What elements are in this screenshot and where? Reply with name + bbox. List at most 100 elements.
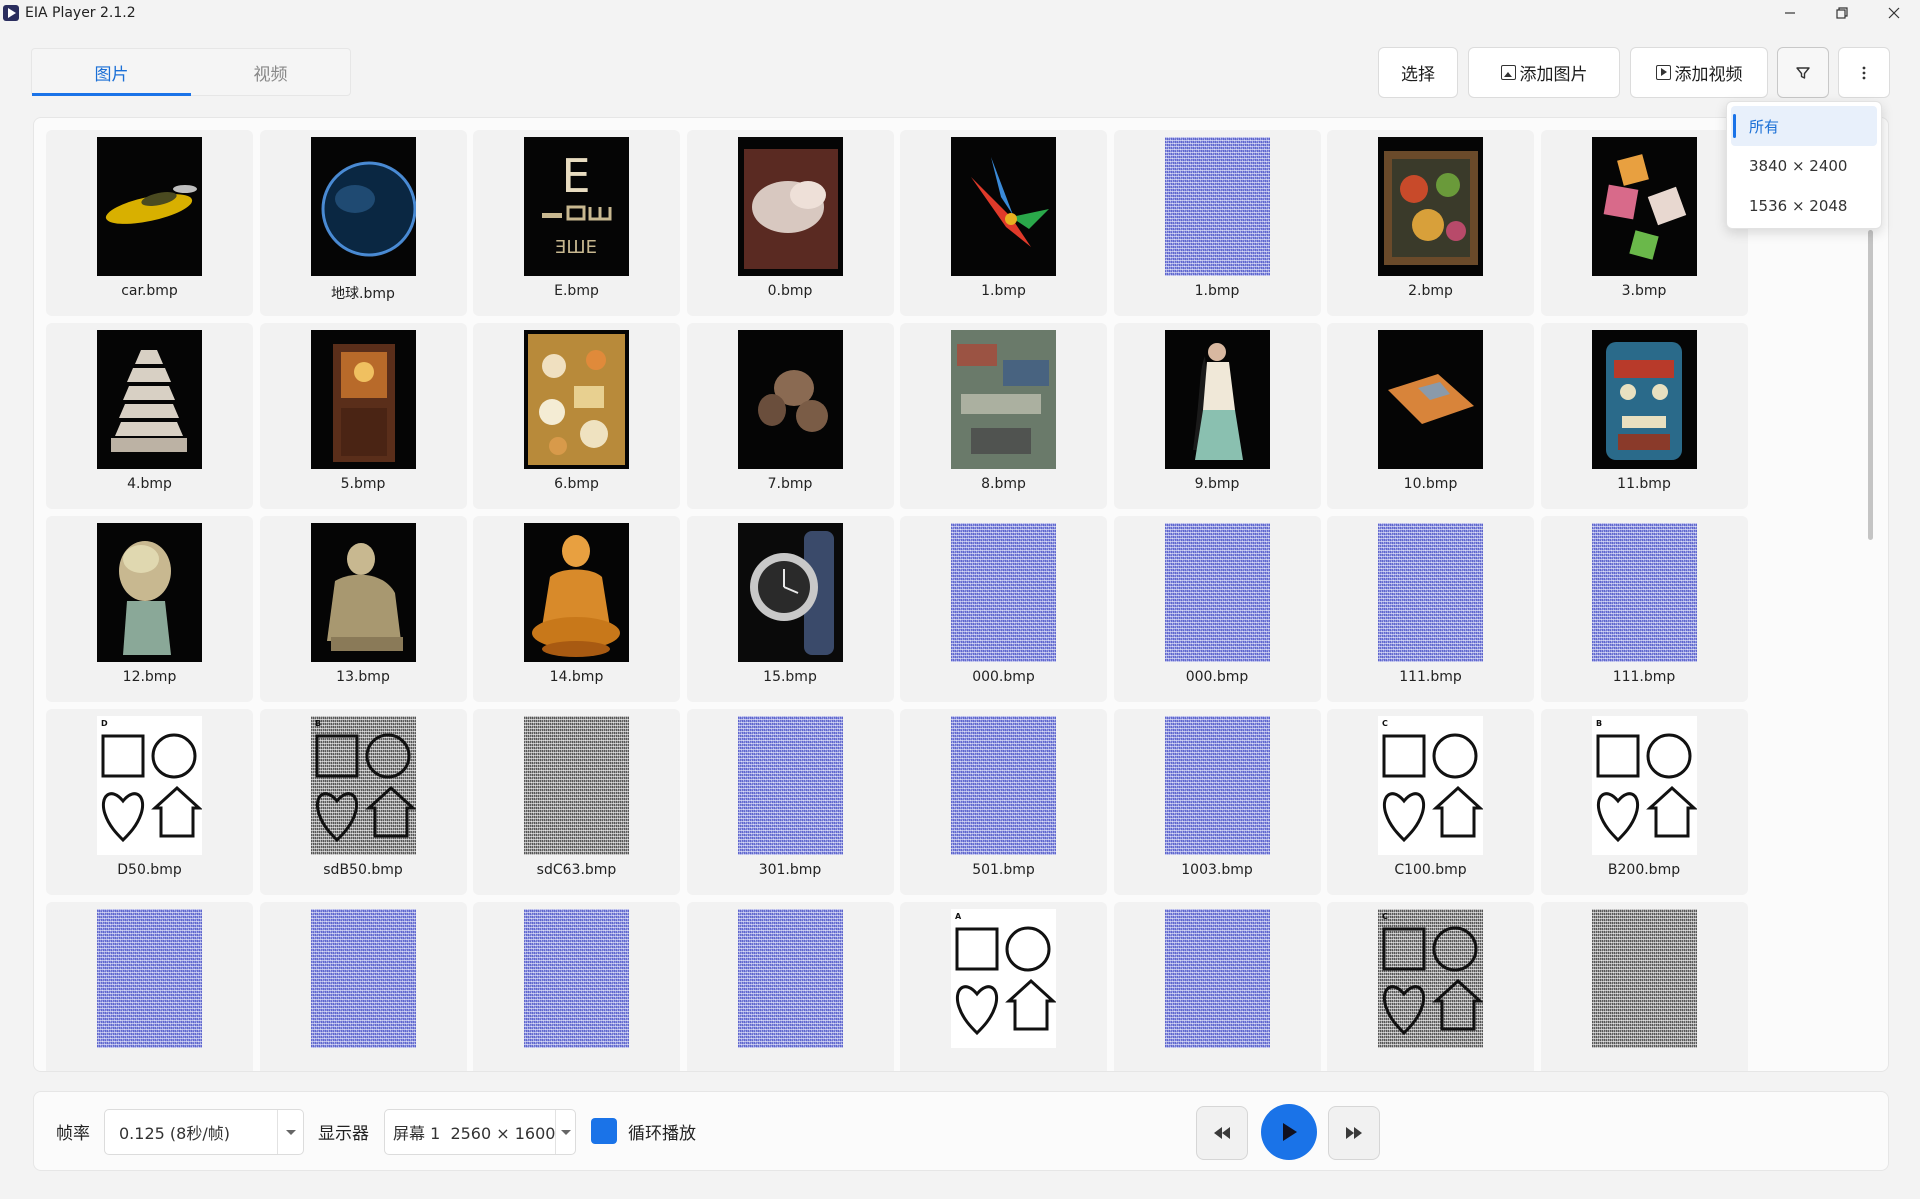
filter-option-3840x2400[interactable]: 3840 × 2400 bbox=[1731, 146, 1877, 186]
gallery-card[interactable]: car.bmp bbox=[46, 130, 253, 316]
gallery-card[interactable]: 1.bmp bbox=[900, 130, 1107, 316]
gallery-card[interactable] bbox=[259, 902, 467, 1071]
svg-text:D: D bbox=[101, 719, 108, 728]
display-select[interactable]: 屏幕 1 2560 × 1600 bbox=[384, 1109, 576, 1155]
card-filename: 地球.bmp bbox=[331, 286, 395, 302]
gallery-card[interactable]: E ƎШE E.bmp bbox=[473, 130, 680, 316]
previous-button[interactable] bbox=[1196, 1106, 1248, 1160]
gallery-card[interactable]: 000.bmp bbox=[900, 516, 1107, 702]
add-video-button[interactable]: 添加视频 bbox=[1630, 47, 1768, 98]
gallery-card[interactable]: 111.bmp bbox=[1327, 516, 1534, 702]
card-filename: 5.bmp bbox=[340, 476, 386, 492]
play-button[interactable] bbox=[1261, 1104, 1317, 1160]
gallery-card[interactable] bbox=[686, 902, 894, 1071]
thumbnail-image: C bbox=[1378, 909, 1483, 1048]
rewind-icon bbox=[1214, 1127, 1230, 1139]
gallery-card[interactable]: 12.bmp bbox=[46, 516, 253, 702]
filter-button[interactable] bbox=[1777, 47, 1829, 98]
thumbnail-image bbox=[524, 909, 629, 1048]
gallery-card[interactable]: 0.bmp bbox=[686, 130, 894, 316]
gallery-card[interactable]: sdC63.bmp bbox=[473, 709, 680, 895]
card-filename: 7.bmp bbox=[767, 476, 813, 492]
more-button[interactable] bbox=[1838, 47, 1890, 98]
add-image-label: 添加图片 bbox=[1519, 65, 1588, 85]
gallery-card[interactable]: BsdB50.bmp bbox=[259, 709, 467, 895]
select-button[interactable]: 选择 bbox=[1378, 47, 1458, 98]
scrollbar[interactable] bbox=[1868, 230, 1873, 540]
app-logo-icon bbox=[3, 5, 19, 21]
next-button[interactable] bbox=[1328, 1106, 1380, 1160]
more-vertical-icon bbox=[1862, 66, 1866, 79]
gallery-card[interactable]: 2.bmp bbox=[1327, 130, 1534, 316]
gallery-card[interactable]: 5.bmp bbox=[259, 323, 467, 509]
video-icon bbox=[1655, 65, 1671, 80]
thumbnail-image bbox=[1164, 137, 1270, 276]
card-filename: 000.bmp bbox=[972, 669, 1035, 685]
tab-videos[interactable]: 视频 bbox=[191, 49, 350, 95]
gallery-card[interactable] bbox=[46, 902, 253, 1071]
minimize-button[interactable] bbox=[1764, 0, 1816, 26]
gallery-card[interactable]: 7.bmp bbox=[686, 323, 894, 509]
gallery-card[interactable]: C bbox=[1327, 902, 1534, 1071]
add-video-label: 添加视频 bbox=[1674, 65, 1743, 85]
thumbnail-image bbox=[310, 137, 416, 276]
thumbnail-image: C bbox=[1378, 716, 1483, 855]
gallery-card[interactable]: 111.bmp bbox=[1540, 516, 1748, 702]
gallery-card[interactable] bbox=[473, 902, 680, 1071]
thumbnail-image bbox=[310, 330, 416, 469]
gallery-card[interactable]: A bbox=[900, 902, 1107, 1071]
gallery-card[interactable]: 1003.bmp bbox=[1113, 709, 1321, 895]
close-button[interactable] bbox=[1868, 0, 1920, 26]
gallery-card[interactable]: 501.bmp bbox=[900, 709, 1107, 895]
gallery-card[interactable]: 14.bmp bbox=[473, 516, 680, 702]
thumbnail-image bbox=[1591, 523, 1697, 662]
gallery-card[interactable]: 10.bmp bbox=[1327, 323, 1534, 509]
gallery-card[interactable]: D D50.bmp bbox=[46, 709, 253, 895]
gallery-card[interactable]: B B200.bmp bbox=[1540, 709, 1748, 895]
gallery-card[interactable]: 9.bmp bbox=[1113, 323, 1321, 509]
restore-button[interactable] bbox=[1816, 0, 1868, 26]
thumbnail-image bbox=[737, 716, 843, 855]
card-filename: 000.bmp bbox=[1185, 669, 1249, 685]
tab-images[interactable]: 图片 bbox=[32, 49, 191, 96]
thumbnail-image bbox=[1164, 330, 1270, 469]
play-icon bbox=[1283, 1123, 1297, 1141]
gallery-card[interactable]: 301.bmp bbox=[686, 709, 894, 895]
thumbnail-image: E ƎШE bbox=[524, 137, 629, 276]
gallery-card[interactable] bbox=[1113, 902, 1321, 1071]
gallery-card[interactable]: 000.bmp bbox=[1113, 516, 1321, 702]
loop-checkbox[interactable] bbox=[591, 1118, 617, 1144]
gallery-card[interactable]: 13.bmp bbox=[259, 516, 467, 702]
card-filename: 6.bmp bbox=[554, 476, 599, 492]
gallery-card[interactable]: 15.bmp bbox=[686, 516, 894, 702]
gallery-card[interactable] bbox=[1540, 902, 1748, 1071]
gallery-card[interactable]: 地球.bmp bbox=[259, 130, 467, 316]
thumbnail-image bbox=[737, 909, 843, 1048]
frame-rate-select[interactable]: 0.125 (8秒/帧) bbox=[104, 1109, 304, 1155]
thumbnail-image bbox=[737, 137, 843, 276]
thumbnail-image bbox=[1378, 523, 1483, 662]
thumbnail-image bbox=[97, 523, 202, 662]
add-image-button[interactable]: 添加图片 bbox=[1468, 47, 1620, 98]
gallery-card[interactable]: 3.bmp bbox=[1540, 130, 1748, 316]
gallery-card[interactable]: 11.bmp bbox=[1540, 323, 1748, 509]
gallery-card[interactable]: 1.bmp bbox=[1113, 130, 1321, 316]
filter-option-all[interactable]: 所有 bbox=[1731, 106, 1877, 146]
gallery-card[interactable]: 6.bmp bbox=[473, 323, 680, 509]
select-label: 选择 bbox=[1401, 65, 1435, 85]
gallery-card[interactable]: 8.bmp bbox=[900, 323, 1107, 509]
svg-text:E: E bbox=[561, 149, 590, 203]
thumbnail-image bbox=[737, 523, 843, 662]
thumbnail-image bbox=[524, 716, 629, 855]
card-filename: 14.bmp bbox=[549, 669, 604, 685]
thumbnail-image bbox=[310, 523, 416, 662]
gallery-card[interactable]: C C100.bmp bbox=[1327, 709, 1534, 895]
filter-option-1536x2048[interactable]: 1536 × 2048 bbox=[1731, 186, 1877, 226]
card-filename: 1.bmp bbox=[981, 283, 1026, 299]
gallery-card[interactable]: 4.bmp bbox=[46, 323, 253, 509]
app-title: EIA Player 2.1.2 bbox=[25, 5, 136, 21]
thumbnail-image bbox=[1591, 137, 1697, 276]
card-filename: 13.bmp bbox=[336, 669, 390, 685]
svg-text:A: A bbox=[955, 912, 962, 921]
card-filename: 1.bmp bbox=[1194, 283, 1240, 299]
